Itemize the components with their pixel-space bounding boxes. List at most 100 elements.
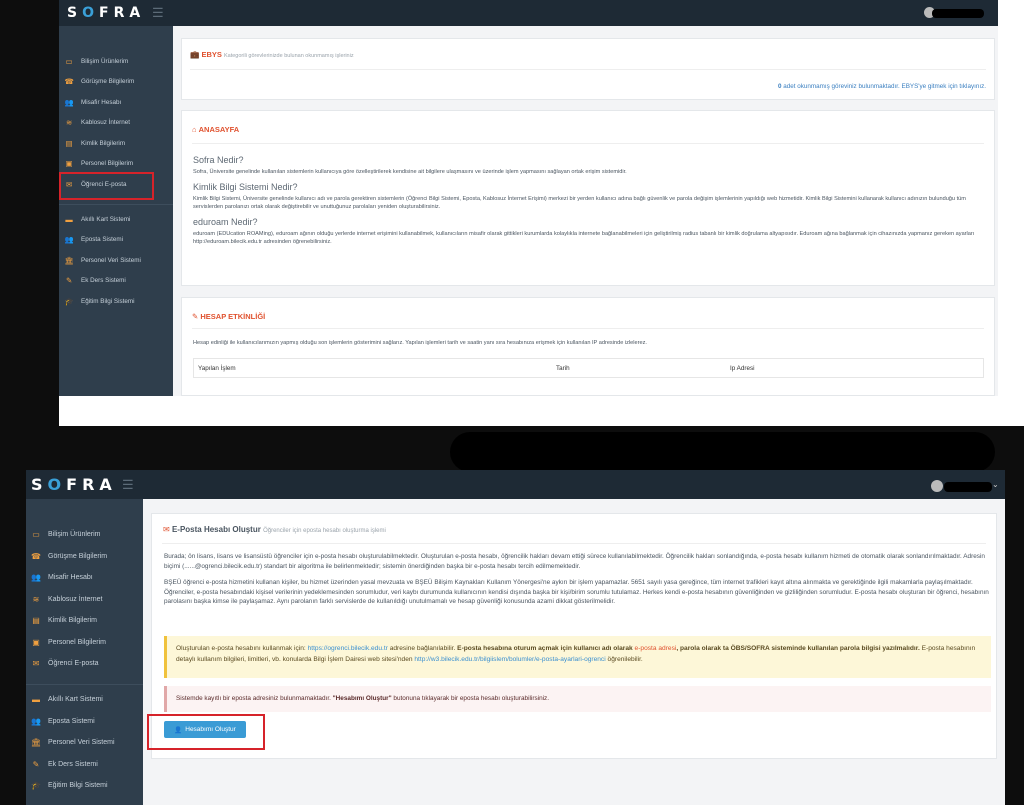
phone-icon: ☎ (31, 551, 41, 561)
sidebar-item-kablosuz-i-nternet[interactable]: ≋ Kablosuz İnternet (59, 113, 173, 134)
user-avatar-2[interactable] (931, 480, 943, 492)
sidebar-item-personel-bilgilerim[interactable]: ▣ Personel Bilgilerim (59, 154, 173, 175)
sidebar-item-kimlik-bilgilerim[interactable]: ▤ Kimlik Bilgilerim (59, 133, 173, 154)
hesap-etkinligi-desc: Hesap edinliği ile kullanıcılarımızın ya… (193, 340, 647, 346)
col-tarih: Tarih (556, 365, 570, 372)
menu-toggle-icon-2[interactable]: ☰ (122, 477, 134, 493)
eposta-panel-title: E-Posta Hesabı Oluştur (171, 525, 261, 534)
sidebar-item-misafir-hesabı[interactable]: 👥 Misafir Hesabı (26, 567, 143, 589)
graduation-icon: 🎓 (64, 296, 74, 306)
sidebar-item-akıllı-kart-sistemi[interactable]: ▬ Akıllı Kart Sistemi (59, 209, 173, 230)
sidebar-divider (26, 683, 143, 685)
separator-band-right (998, 0, 1024, 396)
sidebar-item-eğitim-bilgi-sistemi[interactable]: 🎓 Eğitim Bilgi Sistemi (26, 775, 143, 797)
separator-band (59, 396, 1024, 426)
bilgi-islem-link[interactable]: http://w3.bilecik.edu.tr/bilgiislem/bolu… (414, 656, 605, 663)
ogrenci-mail-link[interactable]: https://ogrenci.bilecik.edu.tr (308, 645, 388, 652)
sidebar-item-eğitim-bilgi-sistemi[interactable]: 🎓 Eğitim Bilgi Sistemi (59, 291, 173, 312)
sidebar-divider (59, 203, 173, 205)
activity-table-header: Yapılan İşlem Tarih Ip Adresi (193, 358, 984, 378)
credit-card-icon: ▬ (32, 695, 40, 705)
home-icon: ⌂ (192, 125, 197, 134)
sidebar-item-öğrenci-e-posta[interactable]: ✉ Öğrenci E-posta (26, 653, 143, 675)
screenshot-bottom: SOFRA ☰ ⌄ ▭ Bilişim Ürünlerim ☎ Görüşme Bil… (26, 470, 1005, 805)
eposta-panel-subtitle: Öğrenciler için eposta hesabı oluşturma … (263, 528, 386, 534)
redacted-username-2 (944, 482, 992, 492)
top-navbar-2: SOFRA ☰ ⌄ (26, 470, 1005, 499)
users-icon: 👥 (64, 235, 74, 245)
eduroam-question: eduroam Nedir? (193, 217, 258, 227)
eduroam-answer: eduroam (EDUcation ROAMing), eduroam ağı… (193, 231, 975, 245)
kimlik-question: Kimlik Bilgi Sistemi Nedir? (193, 182, 298, 192)
chevron-down-icon[interactable]: ⌄ (992, 480, 999, 489)
sidebar-item-kablosuz-i-nternet[interactable]: ≋ Kablosuz İnternet (26, 589, 143, 611)
eposta-intro-text: Burada; ön lisans, lisans ve lisansüstü … (164, 553, 985, 570)
wifi-icon: ≋ (32, 594, 40, 604)
highlight-box-ogrenci-eposta (59, 172, 154, 200)
sidebar: ▭ Bilişim Ürünlerim ☎ Görüşme Bilgilerim 👥 Mi… (59, 26, 173, 396)
eposta-adresi-highlight: e-posta adresi (634, 645, 677, 652)
users-icon: 👥 (64, 97, 74, 107)
laptop-icon: ▭ (32, 530, 40, 540)
ebys-count: 0 (777, 83, 782, 90)
sidebar-item-personel-bilgilerim[interactable]: ▣ Personel Bilgilerim (26, 632, 143, 654)
pencil-icon: ✎ (192, 312, 199, 321)
sidebar-item-ek-ders-sistemi[interactable]: ✎ Ek Ders Sistemi (59, 271, 173, 292)
highlight-box-button (147, 714, 265, 750)
envelope-icon: ✉ (32, 659, 40, 669)
sidebar-item-misafir-hesabı[interactable]: 👥 Misafir Hesabı (59, 92, 173, 113)
id-card-icon: ▤ (65, 138, 73, 148)
sidebar-item-bilişim-ürünlerim[interactable]: ▭ Bilişim Ürünlerim (26, 524, 143, 546)
app-logo-2[interactable]: SOFRA (31, 475, 117, 494)
ebys-panel: 💼 EBYS Kategorili görevlerinizde bulunan… (181, 38, 995, 100)
sidebar-2: ▭ Bilişim Ürünlerim ☎ Görüşme Bilgilerim 👥 Mi… (26, 499, 143, 805)
pencil-icon: ✎ (65, 276, 73, 286)
credit-card-icon: ▬ (65, 214, 73, 224)
sidebar-item-akıllı-kart-sistemi[interactable]: ▬ Akıllı Kart Sistemi (26, 689, 143, 711)
sidebar-item-görüşme-bilgilerim[interactable]: ☎ Görüşme Bilgilerim (26, 546, 143, 568)
anasayfa-panel: ⌂ ANASAYFA Sofra Nedir? Sofra, Üniversit… (181, 110, 995, 286)
sidebar-item-personel-veri-sistemi[interactable]: 🏛 Personel Veri Sistemi (26, 732, 143, 754)
sidebar-item-bilişim-ürünlerim[interactable]: ▭ Bilişim Ürünlerim (59, 51, 173, 72)
ebys-message[interactable]: 0 adet okunmamış göreviniz bulunmaktadır… (778, 83, 986, 90)
sidebar-item-ek-ders-sistemi[interactable]: ✎ Ek Ders Sistemi (26, 754, 143, 776)
graduation-icon: 🎓 (31, 781, 41, 791)
top-navbar: SOFRA ☰ (59, 0, 998, 26)
sidebar-item-kimlik-bilgilerim[interactable]: ▤ Kimlik Bilgilerim (26, 610, 143, 632)
sofra-question: Sofra Nedir? (193, 155, 244, 165)
sofra-answer: Sofra, Üniversite genelinde kullanılan s… (193, 169, 627, 175)
menu-toggle-icon[interactable]: ☰ (152, 5, 164, 21)
id-card-icon: ▤ (32, 616, 40, 626)
app-logo[interactable]: SOFRA (67, 5, 145, 21)
eposta-rules-text: BŞEÜ öğrenci e-posta hizmetini kullanan … (164, 579, 989, 605)
redaction-blob (450, 432, 995, 472)
info-alert: Oluşturulan e-posta hesabını kullanmak i… (164, 636, 991, 678)
sidebar-item-görüşme-bilgilerim[interactable]: ☎ Görüşme Bilgilerim (59, 72, 173, 93)
briefcase-icon: 💼 (190, 50, 200, 59)
briefcase-icon: ▣ (65, 159, 73, 169)
col-yapilan-islem: Yapılan İşlem (198, 365, 236, 372)
briefcase-icon: ▣ (32, 637, 40, 647)
eposta-panel: ✉ E-Posta Hesabı Oluştur Öğrenciler için… (151, 513, 997, 759)
sidebar-item-personel-veri-sistemi[interactable]: 🏛 Personel Veri Sistemi (59, 250, 173, 271)
kimlik-answer: Kimlik Bilgi Sistemi, Üniversite genelin… (193, 196, 966, 210)
laptop-icon: ▭ (65, 56, 73, 66)
ebys-title: EBYS (201, 50, 222, 59)
pencil-icon: ✎ (32, 759, 40, 769)
users-icon: 👥 (31, 573, 41, 583)
sidebar-item-eposta-sistemi[interactable]: 👥 Eposta Sistemi (26, 711, 143, 733)
envelope-icon: ✉ (163, 525, 170, 534)
col-ip-adresi: Ip Adresi (730, 365, 755, 372)
wifi-icon: ≋ (65, 118, 73, 128)
anasayfa-title: ANASAYFA (198, 125, 240, 134)
ebys-subtitle: Kategorili görevlerinizde bulunan okunma… (223, 53, 354, 59)
redacted-username (932, 9, 984, 18)
sidebar-item-eposta-sistemi[interactable]: 👥 Eposta Sistemi (59, 230, 173, 251)
phone-icon: ☎ (64, 77, 74, 87)
hesap-etkinligi-title: HESAP ETKİNLİĞİ (200, 312, 266, 321)
screenshot-top: SOFRA ☰ ▭ Bilişim Ürünlerim ☎ Görüşme Bilgi… (59, 0, 998, 396)
bank-icon: 🏛 (64, 255, 74, 265)
warning-alert: Sistemde kayıtlı bir eposta adresiniz bu… (164, 686, 991, 712)
hesap-etkinligi-panel: ✎ HESAP ETKİNLİĞİ Hesap edinliği ile kul… (181, 297, 995, 396)
bank-icon: 🏛 (30, 738, 42, 748)
